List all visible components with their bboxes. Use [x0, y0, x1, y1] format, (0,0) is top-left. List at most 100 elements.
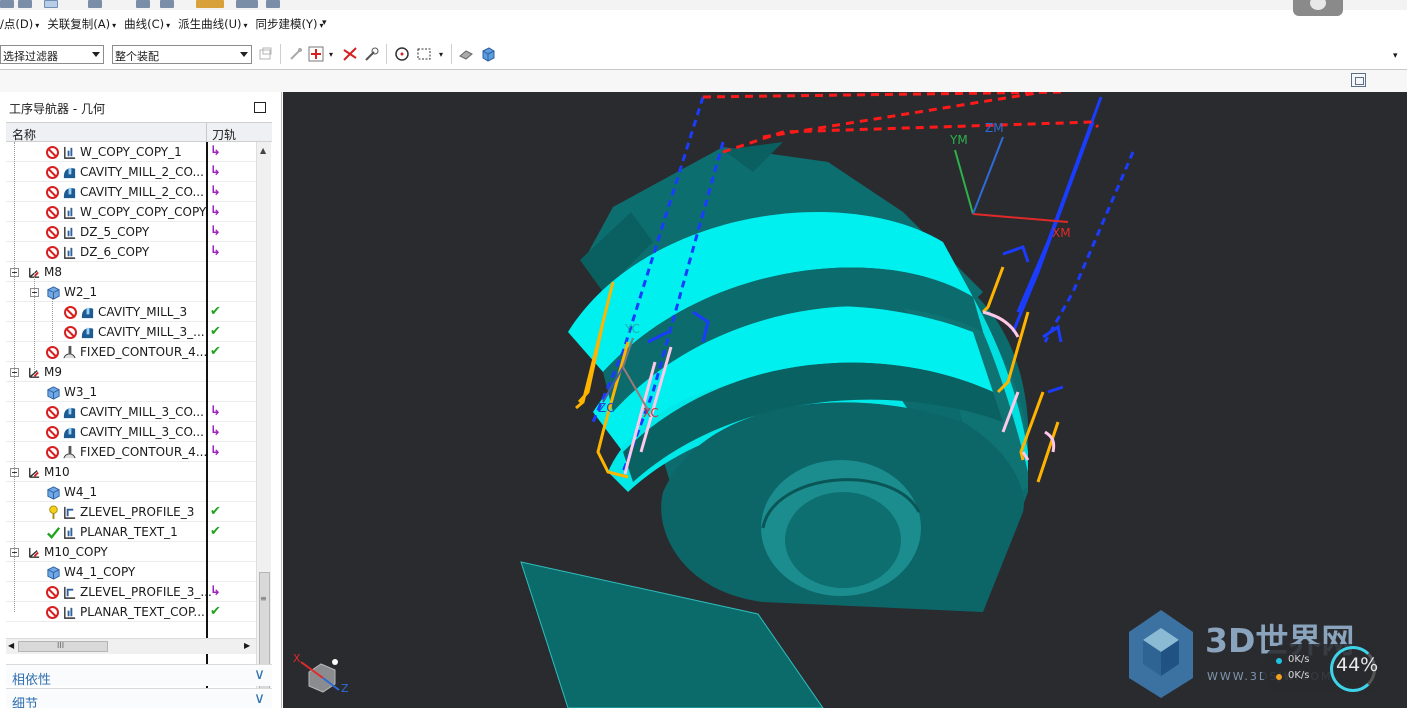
tree-row[interactable]: PLANAR_TEXT_1 ✔	[6, 522, 256, 542]
tree-row[interactable]: ZLEVEL_PROFILE_3 ✔	[6, 502, 256, 522]
tree-row[interactable]: DZ_5_COPY ↳	[6, 222, 256, 242]
tree-row[interactable]: PLANAR_TEXT_COP... ✔	[6, 602, 256, 622]
tree-row-label: CAVITY_MILL_2_CO...	[80, 165, 204, 179]
tree-row[interactable]: CAVITY_MILL_3_CO... ↳	[6, 402, 256, 422]
selection-filter-dropdown[interactable]: 选择过滤器	[0, 44, 104, 64]
tree-row[interactable]: W4_1_COPY	[6, 562, 256, 582]
snap-point-icon[interactable]	[288, 46, 304, 62]
planar-mill-icon	[64, 526, 76, 539]
column-separator[interactable]	[206, 123, 207, 143]
operation-tree[interactable]: W_COPY_COPY_1 ↳ CAVITY_MILL_2_CO... ↳ CAVITY…	[6, 142, 256, 640]
tree-row[interactable]: CAVITY_MILL_3 ✔	[6, 302, 256, 322]
toolbar-icon[interactable]	[0, 0, 14, 8]
intersection-point-icon[interactable]	[342, 46, 358, 62]
column-divider	[206, 142, 208, 708]
column-toolpath[interactable]: 刀轨	[212, 126, 236, 143]
shaded-view-icon[interactable]	[458, 46, 474, 62]
tree-row[interactable]: FIXED_CONTOUR_4... ✔	[6, 342, 256, 362]
menu-overflow-icon[interactable]: ▾	[322, 18, 327, 28]
toolbar-icon[interactable]	[18, 0, 32, 8]
tree-row[interactable]: CAVITY_MILL_3_CO... ↳	[6, 422, 256, 442]
toolpath-regenerate-icon: ↳	[210, 224, 221, 239]
tree-row[interactable]: W2_1	[6, 282, 256, 302]
tree-row-label: M9	[44, 365, 62, 379]
menu-point[interactable]: /点(D) ▾	[0, 16, 39, 32]
tree-row[interactable]: M9	[6, 362, 256, 382]
prohibited-status-icon	[46, 586, 59, 599]
tree-row[interactable]: M10	[6, 462, 256, 482]
point-construct-icon[interactable]	[308, 46, 324, 62]
cavity-mill-icon	[81, 307, 94, 319]
menu-curve[interactable]: 曲线(C) ▾	[124, 16, 170, 32]
tree-row-label: PLANAR_TEXT_1	[80, 525, 178, 539]
scroll-thumb[interactable]: III	[18, 641, 108, 652]
assembly-select-icon[interactable]	[258, 46, 274, 62]
cavity-mill-icon	[63, 167, 76, 179]
rectangle-select-icon[interactable]	[416, 46, 432, 62]
tree-row[interactable]: W3_1	[6, 382, 256, 402]
planar-mill-icon	[64, 206, 76, 219]
tree-row[interactable]: W_COPY_COPY_COPY ↳	[6, 202, 256, 222]
chevron-down-icon[interactable]: ▾	[329, 50, 333, 59]
tree-row-label: ZLEVEL_PROFILE_3_...	[80, 585, 212, 599]
toolpath-blue-5	[1043, 151, 1135, 343]
assembly-scope-dropdown[interactable]: 整个装配	[112, 44, 252, 64]
tree-row[interactable]: CAVITY_MILL_2_CO... ↳	[6, 162, 256, 182]
tree-row[interactable]: W4_1	[6, 482, 256, 502]
tree-row[interactable]: M10_COPY	[6, 542, 256, 562]
menu-bar: /点(D) ▾ 关联复制(A) ▾ 曲线(C) ▾ 派生曲线(U) ▾ 同步建模(Y) ▾	[0, 13, 332, 35]
tree-row-label: CAVITY_MILL_2_CO...	[80, 185, 204, 199]
scroll-up-icon[interactable]: ▲	[260, 146, 266, 155]
tree-row-label: M10_COPY	[44, 545, 108, 559]
triad-handle[interactable]	[332, 659, 338, 665]
toolbar-icon[interactable]	[266, 0, 280, 8]
tree-row[interactable]: CAVITY_MILL_2_CO... ↳	[6, 182, 256, 202]
prohibited-status-icon	[46, 426, 59, 439]
column-name[interactable]: 名称	[12, 126, 36, 143]
zm-axis	[972, 136, 1004, 215]
tree-row[interactable]: CAVITY_MILL_3_... ✔	[6, 322, 256, 342]
graphics-viewport[interactable]: YM ZM XM YC ZC XC X Z 3D世界网 WWW.3DSJW.CO…	[283, 92, 1407, 708]
toolpath-red	[702, 92, 1100, 154]
chevron-down-icon[interactable]: ▾	[1393, 51, 1398, 61]
tree-row[interactable]: FIXED_CONTOUR_4... ↳	[6, 442, 256, 462]
vertical-scrollbar[interactable]: ▲ ≡ ▼	[256, 142, 271, 708]
tree-row-label: M8	[44, 265, 62, 279]
toolbar-icon[interactable]	[160, 0, 174, 8]
horizontal-scrollbar[interactable]: ◀ III ▶	[6, 638, 256, 654]
toolbar-icon[interactable]	[88, 0, 102, 8]
toolpath-regenerate-icon: ↳	[210, 444, 221, 459]
planar-mill-icon	[64, 606, 76, 619]
circle-select-icon[interactable]	[394, 46, 410, 62]
menu-synchronous-modeling[interactable]: 同步建模(Y) ▾	[256, 16, 324, 32]
toolpath-generated-icon: ✔	[210, 604, 221, 619]
tree-row[interactable]: M8	[6, 262, 256, 282]
part-model-scene[interactable]: YM ZM XM YC ZC XC X Z 3D世界网 WWW.3DSJW.CO…	[283, 92, 1407, 708]
solid-cube-icon[interactable]	[480, 46, 496, 62]
chevron-down-icon[interactable]: ▾	[439, 50, 443, 59]
scroll-left-icon[interactable]: ◀	[8, 641, 14, 650]
details-panel[interactable]: 细节 ∨	[6, 688, 272, 708]
restore-window-icon[interactable]	[1351, 73, 1366, 87]
toolbar-icon[interactable]	[196, 0, 224, 8]
grip-icon: III	[57, 641, 65, 650]
menu-associative-copy[interactable]: 关联复制(A) ▾	[47, 16, 116, 32]
camera-button[interactable]	[1293, 0, 1343, 16]
toolpath-regenerate-icon: ↳	[210, 424, 221, 439]
tree-row[interactable]: ZLEVEL_PROFILE_3_... ↳	[6, 582, 256, 602]
tree-row-label: CAVITY_MILL_3_CO...	[80, 405, 204, 419]
toolbar-icon[interactable]	[136, 0, 150, 8]
workpiece-cube-icon	[47, 286, 60, 300]
tree-row[interactable]: W_COPY_COPY_1 ↳	[6, 142, 256, 162]
maximize-icon[interactable]	[254, 102, 266, 113]
tree-row[interactable]: DZ_6_COPY ↳	[6, 242, 256, 262]
mcs-icon	[29, 467, 40, 478]
tree-row-label: FIXED_CONTOUR_4...	[80, 445, 208, 459]
dependency-panel[interactable]: 相依性 ∨	[6, 664, 272, 688]
menu-derived-curve[interactable]: 派生曲线(U) ▾	[178, 16, 247, 32]
toolbar-icon-selected[interactable]	[44, 0, 58, 8]
scroll-right-icon[interactable]: ▶	[244, 641, 250, 650]
prohibited-status-icon	[64, 306, 77, 319]
toolbar-icon[interactable]	[236, 0, 258, 8]
arc-center-icon[interactable]	[364, 46, 380, 62]
